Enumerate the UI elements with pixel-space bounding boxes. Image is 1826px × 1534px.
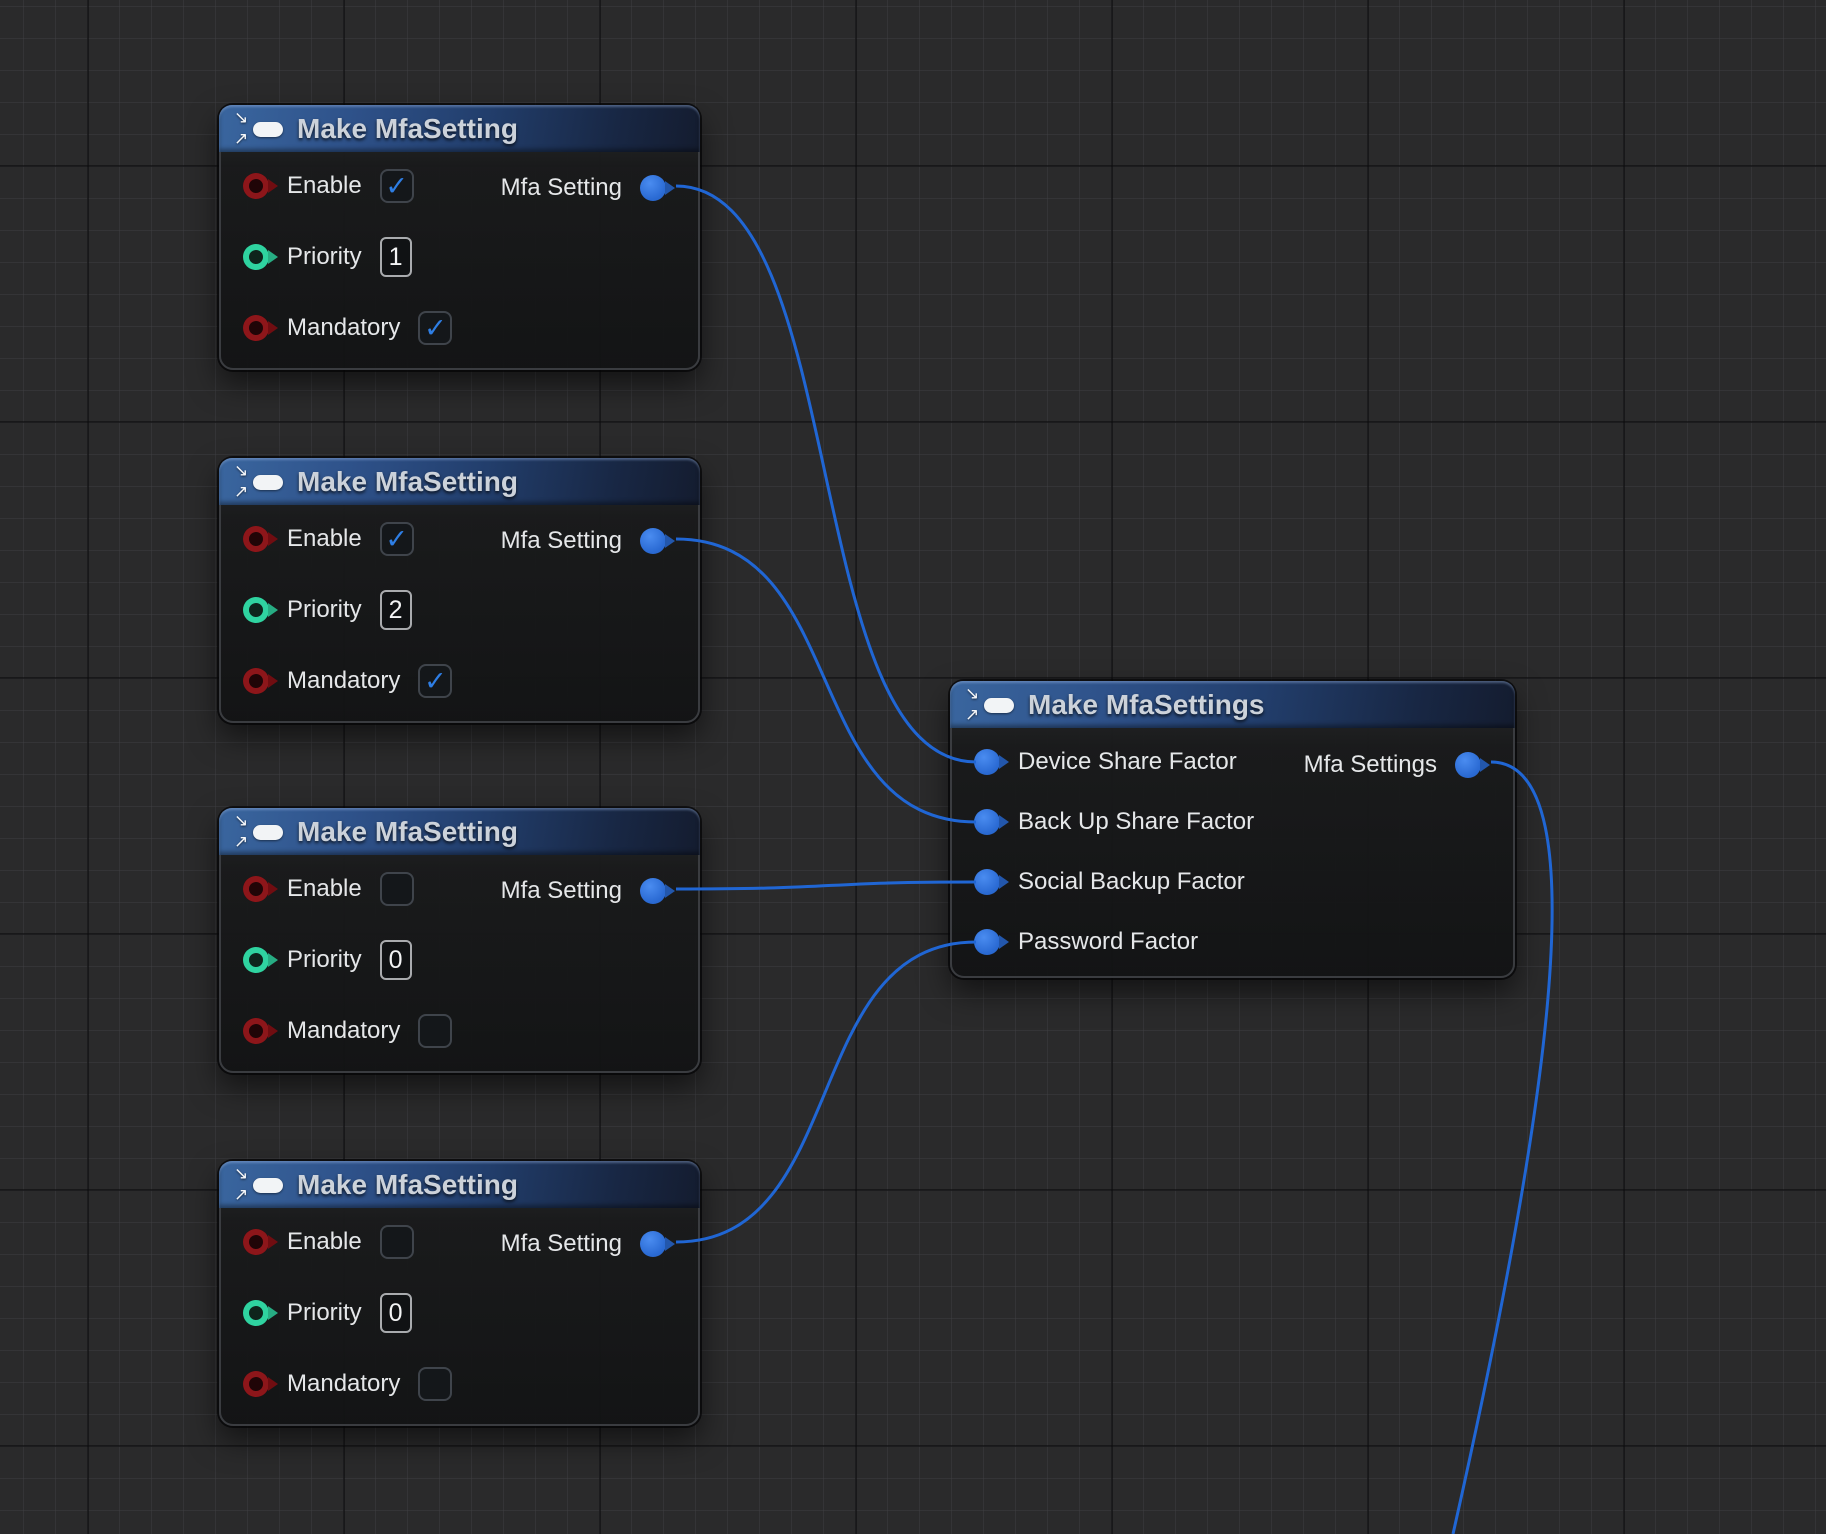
wire-mfasetting2-to-back-up-share-factor[interactable] [676, 539, 976, 822]
pin-label-enable: Enable [287, 525, 362, 553]
arrow-down-right-icon: ↘ [965, 686, 979, 703]
pin-label-mandatory: Mandatory [287, 1017, 400, 1045]
pin-label-enable: Enable [287, 1228, 362, 1256]
blueprint-graph-canvas[interactable]: ↘ ↗ Make MfaSetting Enable ✓ Priority 1 … [0, 0, 1826, 1534]
arrow-up-right-icon: ↗ [965, 707, 979, 724]
arrow-down-right-icon: ↘ [234, 813, 248, 830]
make-struct-icon: ↘ ↗ [964, 685, 1018, 725]
pin-label-mandatory: Mandatory [287, 1370, 400, 1398]
priority-input[interactable]: 0 [380, 940, 412, 980]
pin-label-mandatory: Mandatory [287, 667, 400, 695]
enable-checkbox[interactable]: ✓ [380, 522, 414, 556]
pin-label-priority: Priority [287, 946, 362, 974]
pin-label-enable: Enable [287, 875, 362, 903]
mandatory-checkbox[interactable] [418, 1014, 452, 1048]
mandatory-checkbox[interactable] [418, 1367, 452, 1401]
arrow-up-right-icon: ↗ [234, 131, 248, 148]
bool-pin-mandatory[interactable] [243, 668, 269, 694]
struct-pin-mfa-setting-out[interactable] [640, 1231, 666, 1257]
bool-pin-enable[interactable] [243, 526, 269, 552]
struct-pin-mfa-setting-out[interactable] [640, 528, 666, 554]
mandatory-checkbox[interactable]: ✓ [418, 311, 452, 345]
arrow-up-right-icon: ↗ [234, 1187, 248, 1204]
make-struct-icon: ↘ ↗ [233, 109, 287, 149]
arrow-down-right-icon: ↘ [234, 463, 248, 480]
bool-pin-enable[interactable] [243, 1229, 269, 1255]
wire-mfasetting3-to-social-backup-factor[interactable] [676, 882, 976, 889]
node-title: Make MfaSetting [297, 1169, 518, 1201]
mandatory-checkbox[interactable]: ✓ [418, 664, 452, 698]
pin-label-mfa-setting: Mfa Setting [501, 877, 622, 905]
bool-pin-enable[interactable] [243, 876, 269, 902]
bool-pin-mandatory[interactable] [243, 1371, 269, 1397]
struct-pin-password-factor[interactable] [974, 929, 1000, 955]
struct-pin-mfa-setting-out[interactable] [640, 878, 666, 904]
pin-label-mfa-setting: Mfa Setting [501, 1230, 622, 1258]
pin-label-priority: Priority [287, 1299, 362, 1327]
pin-label-mfa-setting: Mfa Setting [501, 527, 622, 555]
struct-pin-device-share-factor[interactable] [974, 749, 1000, 775]
make-struct-icon: ↘ ↗ [233, 812, 287, 852]
enable-checkbox[interactable] [380, 872, 414, 906]
int-pin-priority[interactable] [243, 947, 269, 973]
struct-pin-social-backup-factor[interactable] [974, 869, 1000, 895]
struct-pill-icon [253, 825, 283, 840]
struct-pill-icon [253, 122, 283, 137]
node-make-mfasetting-1[interactable]: ↘ ↗ Make MfaSetting Enable ✓ Priority 1 … [219, 105, 700, 370]
node-make-mfasettings[interactable]: ↘ ↗ Make MfaSettings Device Share Factor… [950, 681, 1515, 978]
node-header[interactable]: ↘ ↗ Make MfaSetting [219, 105, 700, 152]
struct-pin-back-up-share-factor[interactable] [974, 809, 1000, 835]
int-pin-priority[interactable] [243, 597, 269, 623]
arrow-down-right-icon: ↘ [234, 110, 248, 127]
priority-input[interactable]: 2 [380, 590, 412, 630]
pin-label-mandatory: Mandatory [287, 314, 400, 342]
node-title: Make MfaSetting [297, 816, 518, 848]
node-title: Make MfaSettings [1028, 689, 1265, 721]
node-make-mfasetting-4[interactable]: ↘ ↗ Make MfaSetting Enable Priority 0 Ma… [219, 1161, 700, 1426]
make-struct-icon: ↘ ↗ [233, 462, 287, 502]
bool-pin-mandatory[interactable] [243, 1018, 269, 1044]
enable-checkbox[interactable] [380, 1225, 414, 1259]
checkmark-icon: ✓ [424, 668, 447, 695]
struct-pin-mfa-setting-out[interactable] [640, 175, 666, 201]
struct-pill-icon [253, 1178, 283, 1193]
priority-input[interactable]: 0 [380, 1293, 412, 1333]
pin-label-device-share-factor: Device Share Factor [1018, 748, 1237, 776]
wire-mfasetting1-to-device-share-factor[interactable] [676, 186, 976, 762]
node-make-mfasetting-2[interactable]: ↘ ↗ Make MfaSetting Enable ✓ Priority 2 … [219, 458, 700, 723]
node-header[interactable]: ↘ ↗ Make MfaSettings [950, 681, 1515, 728]
node-header[interactable]: ↘ ↗ Make MfaSetting [219, 458, 700, 505]
node-title: Make MfaSetting [297, 113, 518, 145]
arrow-down-right-icon: ↘ [234, 1166, 248, 1183]
checkmark-icon: ✓ [385, 173, 408, 200]
struct-pill-icon [984, 698, 1014, 713]
bool-pin-enable[interactable] [243, 173, 269, 199]
priority-input[interactable]: 1 [380, 237, 412, 277]
arrow-up-right-icon: ↗ [234, 834, 248, 851]
int-pin-priority[interactable] [243, 1300, 269, 1326]
struct-pin-mfa-settings-out[interactable] [1455, 752, 1481, 778]
pin-label-back-up-share-factor: Back Up Share Factor [1018, 808, 1254, 836]
pin-label-priority: Priority [287, 243, 362, 271]
pin-label-priority: Priority [287, 596, 362, 624]
pin-label-mfa-setting: Mfa Setting [501, 174, 622, 202]
int-pin-priority[interactable] [243, 244, 269, 270]
node-header[interactable]: ↘ ↗ Make MfaSetting [219, 808, 700, 855]
checkmark-icon: ✓ [424, 315, 447, 342]
bool-pin-mandatory[interactable] [243, 315, 269, 341]
wire-mfasetting4-to-password-factor[interactable] [676, 942, 976, 1242]
pin-label-mfa-settings: Mfa Settings [1304, 751, 1437, 779]
struct-pill-icon [253, 475, 283, 490]
node-title: Make MfaSetting [297, 466, 518, 498]
checkmark-icon: ✓ [385, 526, 408, 553]
enable-checkbox[interactable]: ✓ [380, 169, 414, 203]
node-make-mfasetting-3[interactable]: ↘ ↗ Make MfaSetting Enable Priority 0 Ma… [219, 808, 700, 1073]
pin-label-password-factor: Password Factor [1018, 928, 1198, 956]
make-struct-icon: ↘ ↗ [233, 1165, 287, 1205]
arrow-up-right-icon: ↗ [234, 484, 248, 501]
pin-label-enable: Enable [287, 172, 362, 200]
node-header[interactable]: ↘ ↗ Make MfaSetting [219, 1161, 700, 1208]
pin-label-social-backup-factor: Social Backup Factor [1018, 868, 1245, 896]
